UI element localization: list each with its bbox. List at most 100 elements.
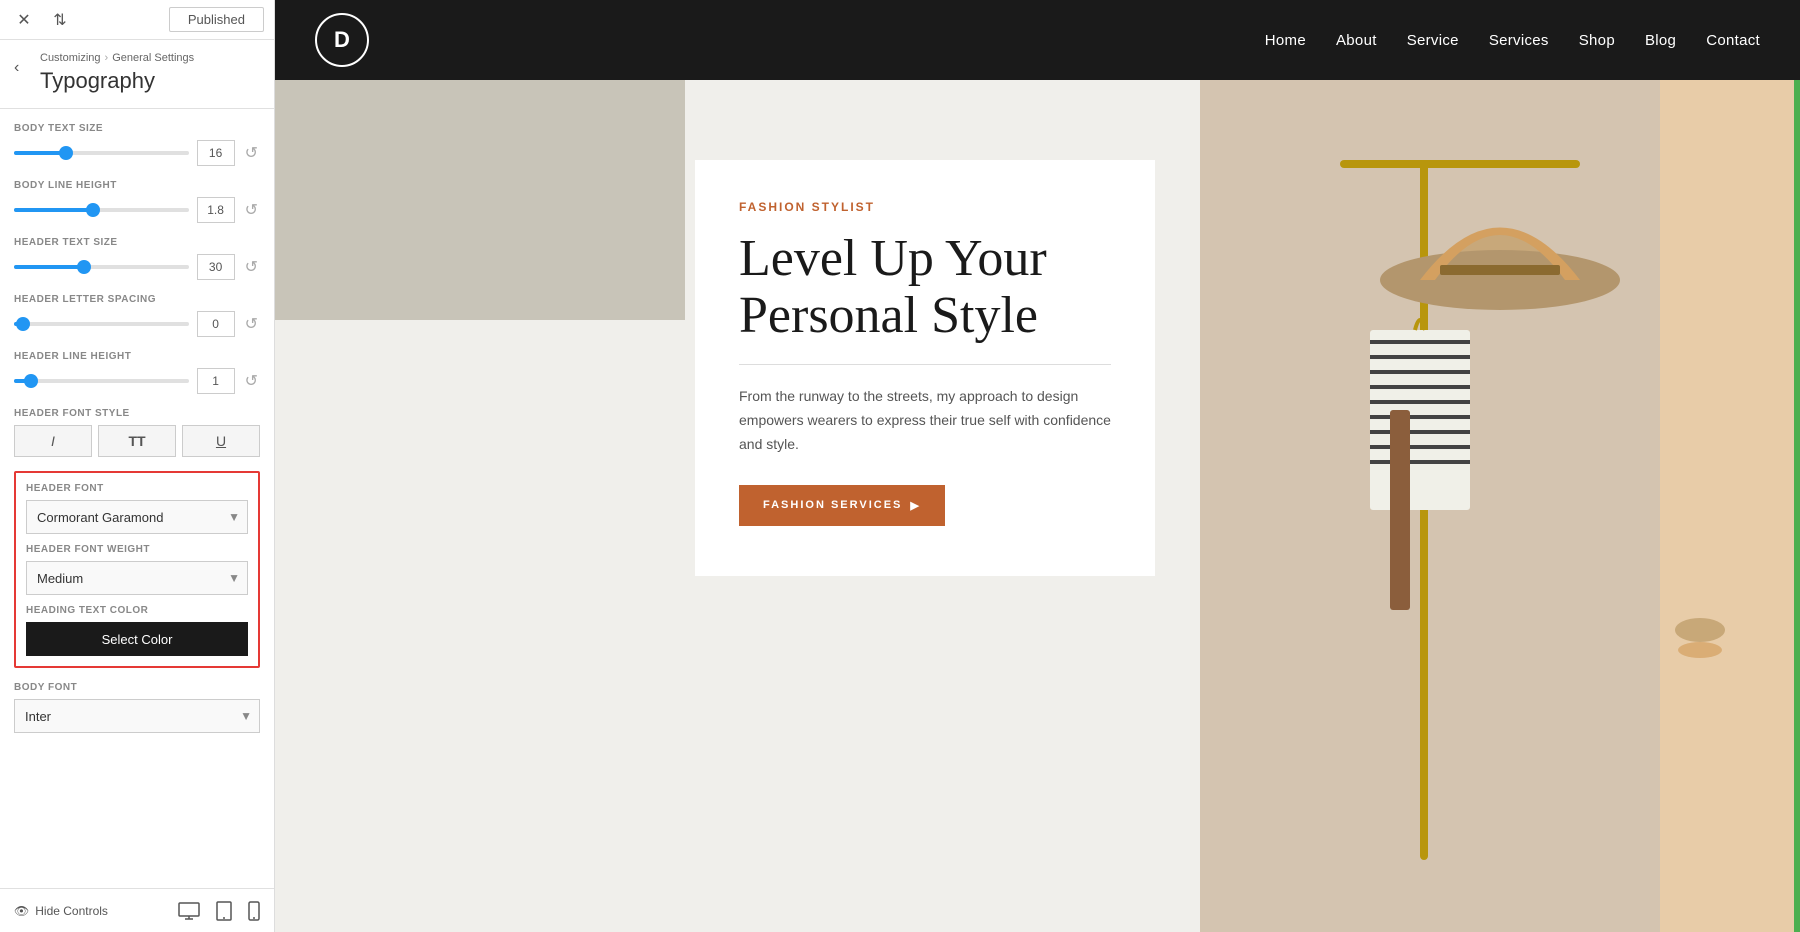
back-button[interactable]: ‹ — [10, 55, 23, 81]
content-card: FASHION STYLIST Level Up Your Personal S… — [695, 160, 1155, 576]
nav-logo: D — [315, 13, 369, 67]
heading-text-color-group: HEADING TEXT COLOR Select Color — [26, 605, 248, 656]
body-line-height-track[interactable] — [14, 208, 189, 212]
nav-contact[interactable]: Contact — [1706, 32, 1760, 49]
cta-button[interactable]: FASHION SERVICES ▶ — [739, 485, 945, 526]
logo-letter: D — [334, 27, 350, 53]
breadcrumb-child: General Settings — [112, 52, 194, 64]
hide-controls-label: Hide Controls — [35, 904, 108, 918]
body-text-size-reset[interactable]: ↺ — [243, 143, 260, 163]
header-line-height-track[interactable] — [14, 379, 189, 383]
published-button[interactable]: Published — [169, 7, 264, 32]
eye-icon: 👁 — [14, 904, 29, 918]
grey-block — [275, 80, 685, 320]
preview-nav: D Home About Service Services Shop Blog … — [275, 0, 1800, 80]
body-text-size-value: 16 — [197, 140, 235, 166]
body-text-size-track[interactable] — [14, 151, 189, 155]
content-body: From the runway to the streets, my appro… — [739, 385, 1111, 456]
photo-inner — [1200, 80, 1800, 932]
cta-label: FASHION SERVICES — [763, 499, 902, 511]
close-icon: ✕ — [17, 10, 30, 30]
bold-icon: TT — [128, 433, 145, 449]
close-button[interactable]: ✕ — [10, 6, 38, 34]
content-title-line2: Personal Style — [739, 287, 1038, 344]
left-panel: ✕ ⇅ Published Customizing › General Sett… — [0, 0, 275, 932]
header-letter-spacing-label: HEADER LETTER SPACING — [14, 294, 260, 305]
bold-button[interactable]: TT — [98, 425, 176, 457]
italic-button[interactable]: I — [14, 425, 92, 457]
header-line-height-value: 1 — [197, 368, 235, 394]
desktop-view-button[interactable] — [178, 901, 200, 921]
green-indicator — [1794, 80, 1800, 932]
header-line-height-slider-row: 1 ↺ — [14, 368, 260, 394]
header-letter-spacing-group: HEADER LETTER SPACING 0 ↺ — [14, 294, 260, 337]
panel-content: BODY TEXT SIZE 16 ↺ BODY LINE HEIGHT 1.8… — [0, 109, 274, 932]
body-text-size-label: BODY TEXT SIZE — [14, 123, 260, 134]
header-text-size-reset[interactable]: ↺ — [243, 257, 260, 277]
fashion-illustration — [1200, 80, 1800, 932]
body-line-height-label: BODY LINE HEIGHT — [14, 180, 260, 191]
body-font-select[interactable]: Inter Roboto Open Sans Lato — [14, 699, 260, 733]
preview-left-col — [275, 80, 685, 932]
breadcrumb-parent: Customizing — [40, 52, 101, 64]
preview-area: D Home About Service Services Shop Blog … — [275, 0, 1800, 932]
body-text-size-thumb[interactable] — [59, 146, 73, 160]
header-letter-spacing-reset[interactable]: ↺ — [243, 314, 260, 334]
header-text-size-slider-row: 30 ↺ — [14, 254, 260, 280]
header-letter-spacing-slider-row: 0 ↺ — [14, 311, 260, 337]
body-font-select-wrapper: Inter Roboto Open Sans Lato ▼ — [14, 699, 260, 733]
font-style-row: I TT U — [14, 425, 260, 457]
header-font-weight-label: HEADER FONT WEIGHT — [26, 544, 248, 555]
header-letter-spacing-thumb[interactable] — [16, 317, 30, 331]
beige-block — [275, 320, 685, 932]
panel-header: Customizing › General Settings Typograph… — [0, 40, 274, 109]
header-text-size-group: HEADER TEXT SIZE 30 ↺ — [14, 237, 260, 280]
photo-area — [1200, 80, 1800, 932]
tablet-icon — [216, 901, 232, 921]
mobile-icon — [248, 901, 260, 921]
nav-home[interactable]: Home — [1265, 32, 1306, 49]
heading-text-color-label: HEADING TEXT COLOR — [26, 605, 248, 616]
header-font-select-wrapper: Cormorant Garamond Playfair Display Merr… — [26, 500, 248, 534]
content-subtitle: FASHION STYLIST — [739, 200, 1111, 214]
header-text-size-value: 30 — [197, 254, 235, 280]
body-line-height-fill — [14, 208, 93, 212]
header-letter-spacing-track[interactable] — [14, 322, 189, 326]
underline-icon: U — [216, 433, 226, 449]
nav-blog[interactable]: Blog — [1645, 32, 1676, 49]
header-font-select[interactable]: Cormorant Garamond Playfair Display Merr… — [26, 500, 248, 534]
nav-services[interactable]: Services — [1489, 32, 1549, 49]
header-text-size-track[interactable] — [14, 265, 189, 269]
italic-icon: I — [51, 433, 55, 449]
body-line-height-reset[interactable]: ↺ — [243, 200, 260, 220]
body-text-size-slider-row: 16 ↺ — [14, 140, 260, 166]
nav-shop[interactable]: Shop — [1579, 32, 1615, 49]
body-line-height-thumb[interactable] — [86, 203, 100, 217]
tablet-view-button[interactable] — [216, 901, 232, 921]
header-text-size-fill — [14, 265, 84, 269]
breadcrumb-separator: › — [105, 52, 109, 64]
header-font-group: HEADER FONT Cormorant Garamond Playfair … — [26, 483, 248, 534]
underline-button[interactable]: U — [182, 425, 260, 457]
preview-main: FASHION STYLIST Level Up Your Personal S… — [685, 80, 1800, 932]
header-font-weight-select[interactable]: Light Regular Medium Bold — [26, 561, 248, 595]
swap-icon: ⇅ — [53, 10, 66, 30]
header-font-style-group: HEADER FONT STYLE I TT U — [14, 408, 260, 457]
highlighted-section: HEADER FONT Cormorant Garamond Playfair … — [14, 471, 260, 668]
content-title-line1: Level Up Your — [739, 230, 1047, 287]
panel-bottom: 👁 Hide Controls — [0, 888, 274, 932]
mobile-view-button[interactable] — [248, 901, 260, 921]
header-line-height-reset[interactable]: ↺ — [243, 371, 260, 391]
desktop-icon — [178, 902, 200, 920]
select-color-button[interactable]: Select Color — [26, 622, 248, 656]
header-font-weight-group: HEADER FONT WEIGHT Light Regular Medium … — [26, 544, 248, 595]
header-text-size-thumb[interactable] — [77, 260, 91, 274]
nav-about[interactable]: About — [1336, 32, 1377, 49]
hide-controls-button[interactable]: 👁 Hide Controls — [14, 904, 108, 918]
body-line-height-slider-row: 1.8 ↺ — [14, 197, 260, 223]
header-line-height-thumb[interactable] — [24, 374, 38, 388]
page-title: Typography — [40, 68, 259, 94]
nav-service[interactable]: Service — [1407, 32, 1459, 49]
swap-button[interactable]: ⇅ — [46, 6, 74, 34]
body-font-label: BODY FONT — [14, 682, 260, 693]
